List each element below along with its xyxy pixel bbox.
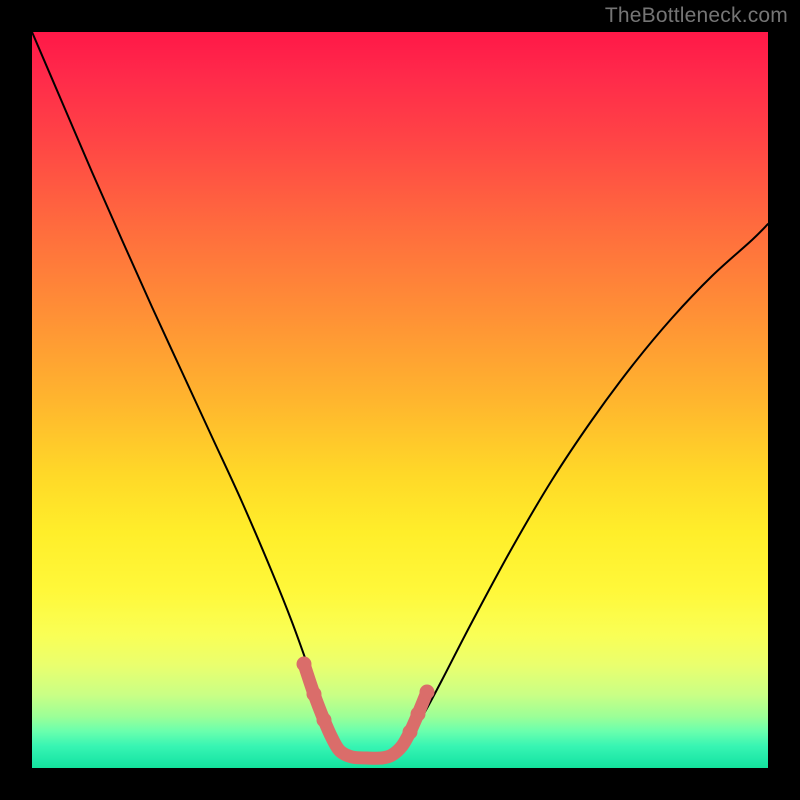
bottom-marker-dots	[297, 657, 435, 740]
marker-dot	[317, 713, 332, 728]
chart-frame: TheBottleneck.com	[0, 0, 800, 800]
bottom-marker	[304, 664, 427, 758]
plot-area	[32, 32, 768, 768]
marker-dot	[307, 687, 322, 702]
curve-svg	[32, 32, 768, 768]
watermark-text: TheBottleneck.com	[605, 4, 788, 28]
marker-dot	[297, 657, 312, 672]
marker-dot	[403, 725, 418, 740]
marker-dot	[411, 707, 426, 722]
marker-dot	[420, 685, 435, 700]
bottleneck-curve	[32, 32, 768, 759]
